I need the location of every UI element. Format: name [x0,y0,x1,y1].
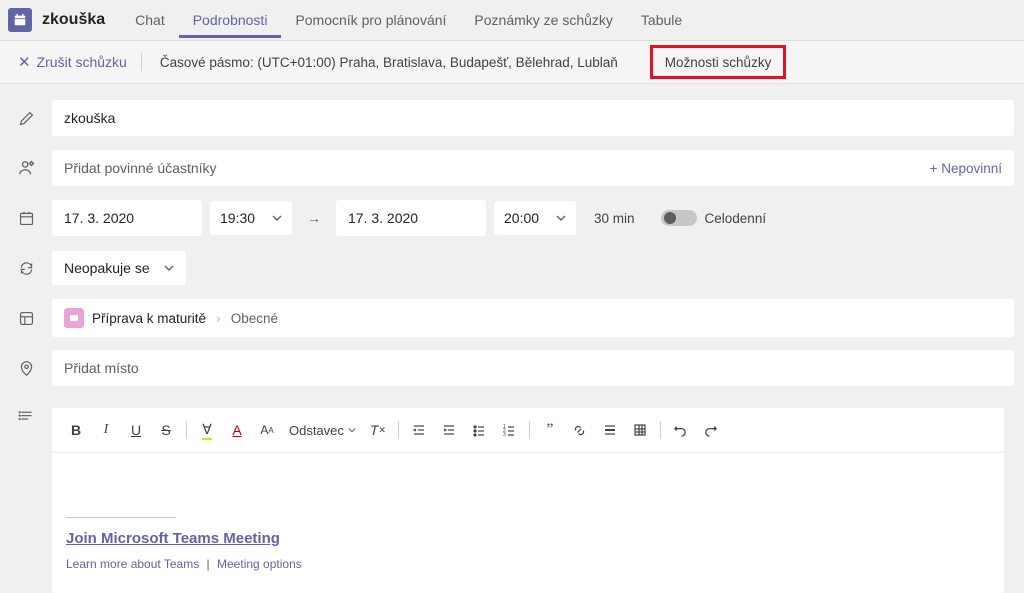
chevron-down-icon [164,263,174,273]
svg-text:3: 3 [503,432,506,437]
link-button[interactable] [566,416,594,444]
redo-button[interactable] [697,416,725,444]
tab-details[interactable]: Podrobnosti [179,2,282,38]
meeting-options-button[interactable]: Možnosti schůzky [665,55,772,70]
start-date-input[interactable]: 17. 3. 2020 [52,200,202,236]
optional-attendees-button[interactable]: + Nepovinní [930,161,1002,176]
channel-display[interactable]: Příprava k maturitě › Obecné [52,299,1014,337]
font-size-button[interactable]: AA [253,416,281,444]
italic-button[interactable]: I [92,416,120,444]
quote-button[interactable]: ” [536,416,564,444]
allday-toggle[interactable] [661,210,697,226]
cancel-meeting-label: Zrušit schůzku [37,54,127,70]
end-time-input[interactable]: 20:00 [494,201,576,235]
channel-icon [18,310,52,327]
tab-bar: Chat Podrobnosti Pomocník pro plánování … [121,2,696,38]
tab-chat[interactable]: Chat [121,2,179,38]
attendees-icon [18,159,52,177]
bold-button[interactable]: B [62,416,90,444]
start-time-value: 19:30 [220,210,255,226]
tab-whiteboard[interactable]: Tabule [627,2,696,38]
paragraph-style-select[interactable]: Odstavec [283,416,362,444]
join-meeting-link[interactable]: Join Microsoft Teams Meeting [66,530,280,547]
timezone-label[interactable]: Časové pásmo: (UTC+01:00) Praha, Bratisl… [160,55,618,70]
attendees-input[interactable]: Přidat povinné účastníky [64,160,217,176]
close-icon: ✕ [18,53,31,71]
chevron-down-icon [272,213,282,223]
breadcrumb-sep: › [216,310,221,326]
location-icon [18,360,52,377]
duration-label: 30 min [594,211,635,226]
highlight-button[interactable]: ∀ [193,416,221,444]
tab-scheduling[interactable]: Pomocník pro plánování [281,2,460,38]
team-icon [64,308,84,328]
recurrence-select[interactable]: Neopakuje se [52,251,186,285]
location-input[interactable]: Přidat místo [52,350,1014,386]
start-time-input[interactable]: 19:30 [210,201,292,235]
hr-button[interactable] [596,416,624,444]
edit-icon [18,110,52,127]
tab-notes[interactable]: Poznámky ze schůzky [460,2,627,38]
outdent-button[interactable] [405,416,433,444]
divider [66,517,176,518]
rte-toolbar: B I U S ∀ A AA Odstavec T✕ [52,408,1004,453]
bullet-list-button[interactable] [465,416,493,444]
calendar-app-icon [8,8,32,32]
arrow-right-icon: → [300,200,328,236]
link-separator: | [207,557,210,571]
description-editor[interactable]: Join Microsoft Teams Meeting Learn more … [52,453,1004,593]
font-color-button[interactable]: A [223,416,251,444]
number-list-button[interactable]: 123 [495,416,523,444]
underline-button[interactable]: U [122,416,150,444]
subject-input[interactable]: zkouška [52,100,1014,136]
learn-more-link[interactable]: Learn more about Teams [66,557,199,571]
indent-button[interactable] [435,416,463,444]
end-time-value: 20:00 [504,210,539,226]
allday-label: Celodenní [705,211,767,226]
channel-name: Obecné [231,311,278,326]
calendar-icon [18,210,52,227]
recurrence-value: Neopakuje se [64,260,150,276]
clear-format-button[interactable]: T✕ [364,416,392,444]
undo-button[interactable] [667,416,695,444]
table-button[interactable] [626,416,654,444]
strike-button[interactable]: S [152,416,180,444]
end-date-input[interactable]: 17. 3. 2020 [336,200,486,236]
description-icon [18,408,52,425]
meeting-options-highlight: Možnosti schůzky [650,45,787,79]
meeting-options-link[interactable]: Meeting options [217,557,302,571]
chevron-down-icon [556,213,566,223]
paragraph-label: Odstavec [289,423,344,438]
cancel-meeting-button[interactable]: ✕ Zrušit schůzku [18,53,142,71]
team-name: Příprava k maturitě [92,311,206,326]
repeat-icon [18,260,52,277]
meeting-title: zkouška [42,11,105,29]
